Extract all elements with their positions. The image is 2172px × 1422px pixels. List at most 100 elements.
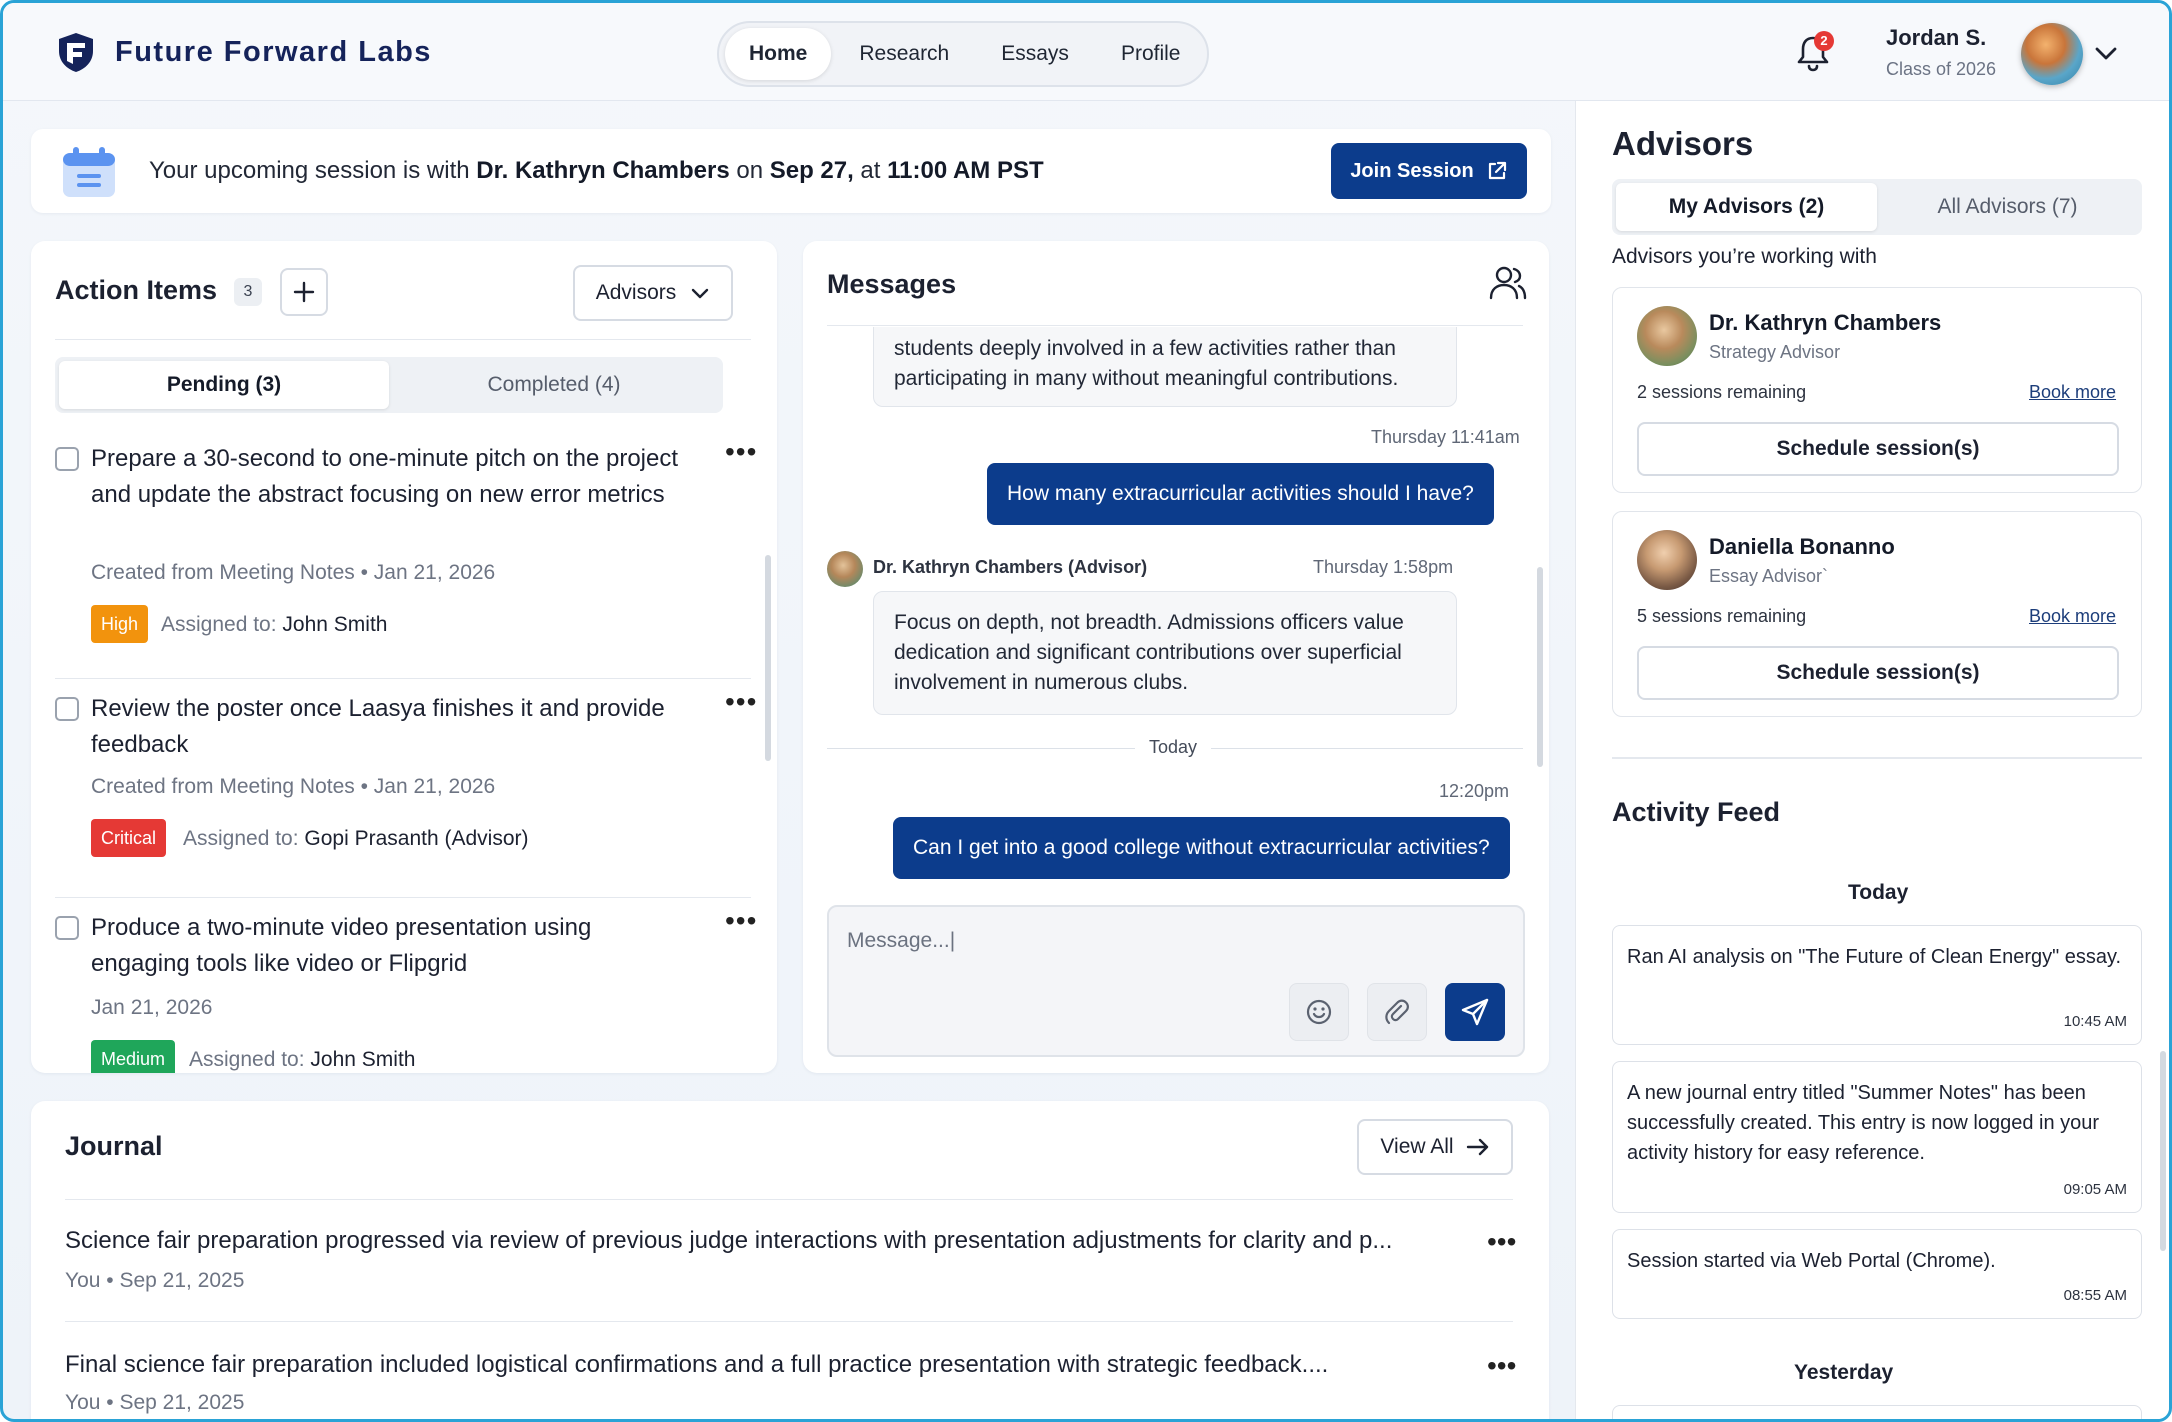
user-avatar[interactable] <box>2021 23 2083 85</box>
user-name: Jordan S. <box>1886 25 1987 50</box>
action-item-meta: Created from Meeting Notes • Jan 21, 202… <box>91 775 496 798</box>
more-options-icon[interactable]: ••• <box>1487 1352 1516 1380</box>
divider <box>55 678 751 679</box>
add-action-item-button[interactable] <box>280 268 328 316</box>
action-item: Review the poster once Laasya finishes i… <box>55 688 756 891</box>
activity-scrollbar[interactable] <box>2160 1051 2166 1251</box>
activity-time: 09:05 AM <box>2063 1181 2127 1198</box>
activity-text: Session started via Web Portal (Chrome). <box>1627 1250 1996 1272</box>
journal-entry-text[interactable]: Science fair preparation progressed via … <box>65 1227 1392 1255</box>
send-icon <box>1461 998 1489 1026</box>
action-item-meta: Created from Meeting Notes • Jan 21, 202… <box>91 561 496 584</box>
divider <box>55 339 751 340</box>
action-item: Prepare a 30-second to one-minute pitch … <box>55 438 756 671</box>
advisors-filter-dropdown[interactable]: Advisors <box>573 265 733 321</box>
journal-entry-text[interactable]: Final science fair preparation included … <box>65 1351 1328 1379</box>
brand-logo[interactable]: Future Forward Labs <box>55 31 432 73</box>
emoji-button[interactable] <box>1289 983 1349 1041</box>
tab-my-advisors[interactable]: My Advisors (2) <box>1616 183 1877 231</box>
more-options-icon[interactable]: ••• <box>1487 1228 1516 1256</box>
action-item-checkbox[interactable] <box>55 447 79 471</box>
message-bubble-incoming: Focus on depth, not breadth. Admissions … <box>873 591 1457 715</box>
send-button[interactable] <box>1445 983 1505 1041</box>
activity-item: A new journal entry titled "Summer Notes… <box>1612 1061 2142 1213</box>
action-items-scrollbar[interactable] <box>765 555 771 761</box>
activity-day-label: Today <box>1848 881 1909 904</box>
people-icon[interactable] <box>1489 265 1527 301</box>
advisor-card: Dr. Kathryn Chambers Strategy Advisor 2 … <box>1612 287 2142 493</box>
action-item-text: Review the poster once Laasya finishes i… <box>91 695 665 758</box>
more-options-icon[interactable]: ••• <box>725 438 757 466</box>
action-item-meta: Jan 21, 2026 <box>91 996 213 1019</box>
activity-day-label: Yesterday <box>1794 1361 1894 1384</box>
divider <box>827 325 1523 326</box>
assignee-name: John Smith <box>282 613 388 636</box>
activity-text: Ran AI analysis on "The Future of Clean … <box>1627 946 2122 968</box>
advisors-filter-label: Advisors <box>595 281 677 304</box>
journal-card: Journal View All Science fair preparatio… <box>31 1101 1549 1419</box>
nav-tab-essays[interactable]: Essays <box>977 28 1093 80</box>
view-all-label: View All <box>1380 1135 1454 1158</box>
message-composer <box>827 905 1525 1057</box>
divider <box>55 897 751 898</box>
divider <box>65 1321 1513 1322</box>
tab-all-advisors[interactable]: All Advisors (7) <box>1877 183 2138 231</box>
schedule-session-button[interactable]: Schedule session(s) <box>1637 646 2119 700</box>
action-item-text: Produce a two-minute video presentation … <box>91 914 592 977</box>
book-more-link[interactable]: Book more <box>2029 382 2116 403</box>
message-bubble-outgoing: Can I get into a good college without ex… <box>893 817 1510 879</box>
more-options-icon[interactable]: ••• <box>725 907 757 935</box>
advisors-panel: Advisors My Advisors (2) All Advisors (7… <box>1575 101 2169 1419</box>
advisor-name: Dr. Kathryn Chambers <box>1709 310 1942 335</box>
advisor-role: Strategy Advisor <box>1709 342 1841 362</box>
action-items-title: Action Items <box>55 275 218 305</box>
priority-badge: High <box>91 605 149 643</box>
day-label: Today <box>1135 737 1212 758</box>
brand-name: Future Forward Labs <box>115 35 432 68</box>
journal-entry-meta: You • Sep 21, 2025 <box>65 1269 245 1292</box>
top-header: Future Forward Labs Home Research Essays… <box>3 3 2169 101</box>
nav-tab-profile[interactable]: Profile <box>1097 28 1205 80</box>
assigned-label: Assigned to: <box>189 1048 305 1071</box>
advisors-tabs: My Advisors (2) All Advisors (7) <box>1612 179 2142 235</box>
message-thread: students deeply involved in a few activi… <box>803 327 1549 907</box>
app-window: Future Forward Labs Home Research Essays… <box>0 0 2172 1422</box>
action-item-checkbox[interactable] <box>55 697 79 721</box>
view-all-button[interactable]: View All <box>1357 1119 1513 1175</box>
activity-item: Ran AI analysis on "The Future of Clean … <box>1612 925 2142 1045</box>
paperclip-icon <box>1385 999 1409 1025</box>
nav-tab-research[interactable]: Research <box>835 28 973 80</box>
action-item-assignee: Assigned to: John Smith <box>189 1048 415 1072</box>
chevron-down-icon[interactable] <box>2093 43 2119 63</box>
action-item-assignee: Assigned to: Gopi Prasanth (Advisor) <box>183 827 529 851</box>
more-options-icon[interactable]: ••• <box>725 688 757 716</box>
messages-scrollbar[interactable] <box>1537 567 1543 767</box>
assignee-name: John Smith <box>310 1048 416 1071</box>
notification-badge: 2 <box>1814 31 1834 51</box>
action-item-checkbox[interactable] <box>55 916 79 940</box>
message-input[interactable] <box>847 929 1487 953</box>
schedule-session-button[interactable]: Schedule session(s) <box>1637 422 2119 476</box>
messages-title: Messages <box>827 269 957 299</box>
action-item-text: Prepare a 30-second to one-minute pitch … <box>91 445 679 508</box>
chevron-down-icon <box>692 288 709 299</box>
session-text-prefix: Your upcoming session is with <box>149 157 477 184</box>
attach-button[interactable] <box>1367 983 1427 1041</box>
arrow-right-icon <box>1466 1138 1488 1156</box>
tab-completed[interactable]: Completed (4) <box>389 361 719 409</box>
action-items-tabs: Pending (3) Completed (4) <box>55 357 723 413</box>
nav-tab-home[interactable]: Home <box>725 28 832 80</box>
assigned-label: Assigned to: <box>183 827 299 850</box>
session-time: 11:00 AM PST <box>887 157 1044 184</box>
tab-pending[interactable]: Pending (3) <box>59 361 389 409</box>
message-timestamp: 12:20pm <box>1439 781 1510 801</box>
action-item: Produce a two-minute video presentation … <box>55 907 756 1073</box>
advisors-subtitle: Advisors you’re working with <box>1612 245 1877 268</box>
book-more-link[interactable]: Book more <box>2029 606 2116 627</box>
advisor-avatar <box>827 551 863 587</box>
join-session-button[interactable]: Join Session <box>1331 143 1527 199</box>
advisor-name: Daniella Bonanno <box>1709 534 1895 559</box>
action-items-count: 3 <box>234 278 262 306</box>
session-text-on: on <box>729 157 770 184</box>
activity-text: A new journal entry titled "Summer Notes… <box>1627 1082 2100 1164</box>
